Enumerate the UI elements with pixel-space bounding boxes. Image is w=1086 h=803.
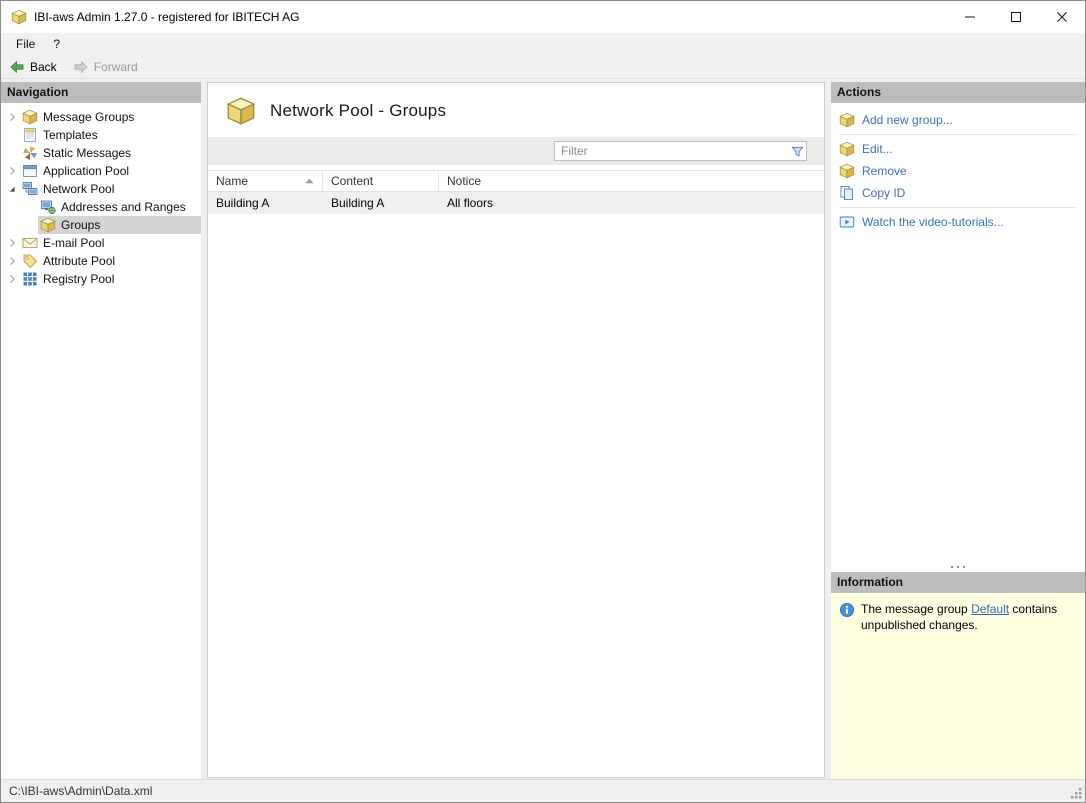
table-header: Name Content Notice — [208, 170, 824, 192]
main-panel: Network Pool - Groups Name Content Notic… — [207, 82, 825, 778]
table-row[interactable]: Building A Building A All floors — [208, 192, 824, 214]
message-groups-icon — [22, 109, 38, 125]
chevron-right-icon[interactable] — [4, 109, 20, 125]
templates-icon — [22, 127, 38, 143]
addresses-and-ranges-icon — [40, 199, 56, 215]
maximize-button[interactable] — [993, 1, 1039, 33]
video-tutorials-icon — [839, 214, 855, 230]
filter-input[interactable] — [555, 144, 788, 158]
menu-item-file[interactable]: File — [7, 33, 44, 55]
cell-content: Building A — [323, 196, 439, 210]
chevron-spacer — [22, 217, 38, 233]
copy-id-button[interactable]: Copy ID — [831, 182, 1085, 204]
navigation-header: Navigation — [1, 82, 201, 103]
separator — [839, 134, 1077, 135]
statusbar: C:\IBI-aws\Admin\Data.xml — [1, 779, 1085, 802]
column-header-name[interactable]: Name — [208, 171, 323, 191]
sidebar-item-network-pool[interactable]: Network Pool — [1, 180, 201, 198]
right-panel: Actions Add new group... Edit... Remove — [831, 82, 1085, 779]
copy-id-icon — [839, 185, 855, 201]
remove-button[interactable]: Remove — [831, 160, 1085, 182]
add-new-group-button[interactable]: Add new group... — [831, 109, 1085, 131]
app-window: IBI-aws Admin 1.27.0 - registered for IB… — [0, 0, 1086, 803]
navigation-panel: Navigation Message Groups Templates Stat… — [1, 82, 201, 779]
chevron-right-icon[interactable] — [4, 253, 20, 269]
back-button[interactable]: Back — [9, 59, 57, 75]
page-title-row: Network Pool - Groups — [208, 83, 824, 137]
email-pool-icon — [22, 235, 38, 251]
sidebar-item-groups[interactable]: Groups — [1, 216, 201, 234]
sidebar-item-email-pool[interactable]: E-mail Pool — [1, 234, 201, 252]
close-button[interactable] — [1039, 1, 1085, 33]
groups-icon — [40, 217, 56, 233]
statusbar-path: C:\IBI-aws\Admin\Data.xml — [9, 784, 152, 798]
sidebar-item-registry-pool[interactable]: Registry Pool — [1, 270, 201, 288]
column-header-notice[interactable]: Notice — [439, 171, 824, 191]
static-messages-icon — [22, 145, 38, 161]
separator — [839, 207, 1077, 208]
registry-pool-icon — [22, 271, 38, 287]
chevron-down-icon[interactable] — [4, 181, 20, 197]
application-pool-icon — [22, 163, 38, 179]
toolbar: Back Forward — [1, 55, 1085, 79]
resize-grip[interactable] — [1070, 787, 1083, 800]
forward-label: Forward — [94, 60, 138, 74]
filter-funnel-icon[interactable] — [788, 142, 806, 160]
sidebar-item-attribute-pool[interactable]: Attribute Pool — [1, 252, 201, 270]
panel-splitter[interactable] — [831, 562, 1085, 572]
cell-notice: All floors — [439, 196, 824, 210]
video-tutorials-link[interactable]: Watch the video-tutorials... — [831, 211, 1085, 233]
groups-page-icon — [226, 96, 256, 126]
chevron-spacer — [22, 199, 38, 215]
sidebar-item-message-groups[interactable]: Message Groups — [1, 108, 201, 126]
menubar: File ? — [1, 33, 1085, 55]
actions-header: Actions — [831, 82, 1085, 103]
sidebar-item-addresses-and-ranges[interactable]: Addresses and Ranges — [1, 198, 201, 216]
back-arrow-icon — [9, 59, 25, 75]
edit-group-icon — [839, 141, 855, 157]
forward-arrow-icon — [73, 59, 89, 75]
chevron-spacer — [4, 145, 20, 161]
column-header-content[interactable]: Content — [323, 171, 439, 191]
page-title: Network Pool - Groups — [270, 101, 446, 121]
sort-ascending-icon — [305, 178, 314, 184]
window-title: IBI-aws Admin 1.27.0 - registered for IB… — [34, 10, 299, 24]
edit-button[interactable]: Edit... — [831, 138, 1085, 160]
chevron-right-icon[interactable] — [4, 235, 20, 251]
information-message: The message group Default contains unpub… — [861, 602, 1071, 633]
network-pool-icon — [22, 181, 38, 197]
chevron-right-icon[interactable] — [4, 271, 20, 287]
info-icon — [839, 602, 855, 618]
default-group-link[interactable]: Default — [971, 602, 1009, 616]
sidebar-item-templates[interactable]: Templates — [1, 126, 201, 144]
titlebar: IBI-aws Admin 1.27.0 - registered for IB… — [1, 1, 1085, 33]
actions-list: Add new group... Edit... Remove Copy ID — [831, 103, 1085, 562]
splitter-dots-icon — [951, 566, 965, 569]
chevron-spacer — [4, 127, 20, 143]
sidebar-item-application-pool[interactable]: Application Pool — [1, 162, 201, 180]
remove-group-icon — [839, 163, 855, 179]
app-logo-icon[interactable] — [11, 9, 27, 25]
attribute-pool-icon — [22, 253, 38, 269]
forward-button[interactable]: Forward — [73, 59, 138, 75]
back-label: Back — [30, 60, 57, 74]
menu-item-help[interactable]: ? — [44, 33, 69, 55]
chevron-right-icon[interactable] — [4, 163, 20, 179]
information-box: The message group Default contains unpub… — [831, 593, 1085, 779]
add-group-icon — [839, 112, 855, 128]
navigation-tree: Message Groups Templates Static Messages… — [1, 103, 201, 288]
cell-name: Building A — [208, 196, 323, 210]
minimize-button[interactable] — [947, 1, 993, 33]
information-header: Information — [831, 572, 1085, 593]
window-controls — [947, 1, 1085, 33]
filter-field — [554, 141, 807, 161]
filter-bar — [208, 137, 824, 165]
sidebar-item-static-messages[interactable]: Static Messages — [1, 144, 201, 162]
content-area: Navigation Message Groups Templates Stat… — [1, 79, 1085, 779]
